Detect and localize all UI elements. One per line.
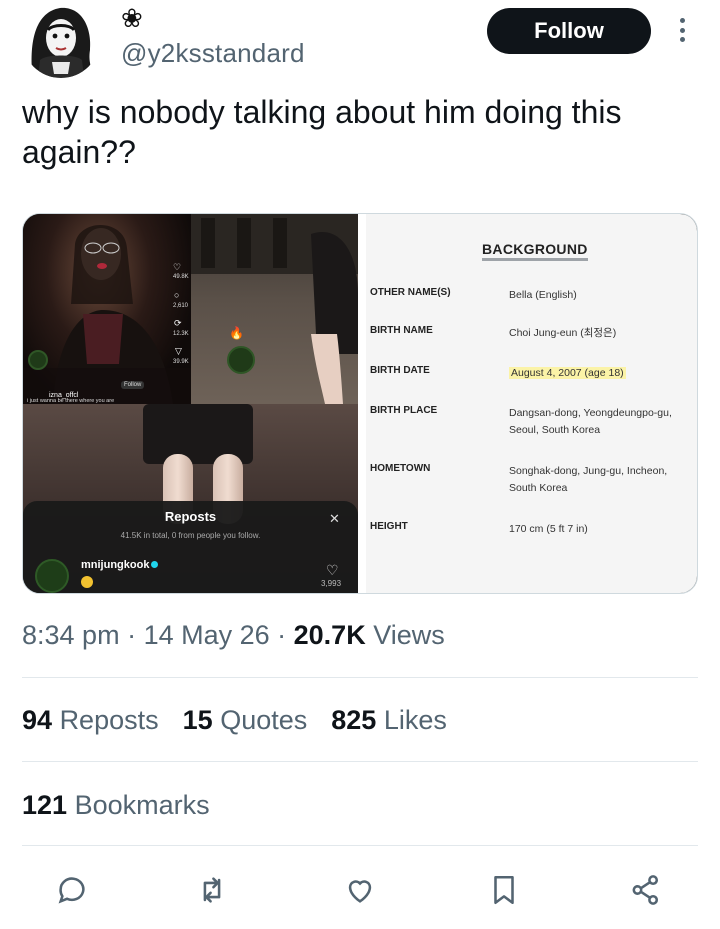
bg-label: BIRTH PLACE [370, 405, 438, 416]
tiktok-save-count: 39.9K [173, 359, 189, 365]
reposts-stat[interactable]: 94 Reposts [22, 705, 159, 736]
reposts-sheet-title: Reposts [164, 509, 217, 524]
tweet-meta: 8:34 pm · 14 May 26 · 20.7K Views [22, 620, 445, 651]
engagement-stats: 94 Reposts 15 Quotes 825 Likes [22, 705, 447, 736]
bg-label: HOMETOWN [370, 463, 431, 474]
repost-user-like-count: 3,993 [321, 579, 342, 588]
fire-icon: 🔥 [229, 326, 244, 340]
tiktok-screenshot-panel: ♡ 49.8K ○ 2,610 ⟳ 12.3K ▽ 39.9K izna_off… [23, 214, 191, 404]
video-frame-panel: izna_offcl 🔥 [191, 214, 358, 404]
quotes-count: 15 [182, 705, 213, 735]
bg-label: HEIGHT [370, 521, 408, 532]
bg-value: Bella (English) [509, 289, 577, 301]
more-options-icon[interactable] [670, 14, 694, 46]
background-info-card: BACKGROUND OTHER NAME(S) Bella (English)… [366, 214, 697, 593]
tiktok-avatar [227, 346, 255, 374]
display-name[interactable]: ❀ [121, 4, 143, 32]
tiktok-follow-small: Follow [121, 381, 145, 389]
likes-stat[interactable]: 825 Likes [331, 705, 447, 736]
divider [22, 845, 698, 846]
emoji-icon [81, 576, 93, 588]
tiktok-comment-icon: ○ [174, 290, 180, 300]
tiktok-comment-count: 2,610 [173, 303, 189, 309]
tiktok-avatar-small [28, 350, 48, 370]
bg-value: Songhak-dong, Jung-gu, Incheon, South Ko… [509, 465, 668, 494]
views-count: 20.7K [293, 620, 366, 650]
meta-separator: · [269, 620, 294, 650]
bookmark-icon[interactable] [484, 870, 524, 910]
follow-button[interactable]: Follow [487, 8, 651, 54]
bg-value: Choi Jung-eun (최정은) [509, 327, 617, 339]
repost-user-row: mnijungkook [81, 559, 159, 571]
quotes-label: Quotes [220, 705, 308, 735]
tiktok-share-count: 12.3K [173, 331, 189, 337]
bg-label: OTHER NAME(S) [370, 287, 451, 298]
tweet-media[interactable]: ♡ 49.8K ○ 2,610 ⟳ 12.3K ▽ 39.9K izna_off… [22, 213, 698, 594]
tweet-date[interactable]: 14 May 26 [144, 620, 270, 650]
bookmarks-label: Bookmarks [74, 790, 210, 820]
close-icon: ✕ [329, 511, 340, 526]
like-icon[interactable] [340, 870, 380, 910]
action-bar [40, 870, 680, 910]
tweet-time[interactable]: 8:34 pm [22, 620, 120, 650]
bg-value: August 4, 2007 (age 18) [509, 365, 694, 382]
repost-user-avatar [35, 559, 69, 593]
tweet-text: why is nobody talking about him doing th… [22, 94, 622, 170]
share-icon[interactable] [626, 870, 666, 910]
quotes-stat[interactable]: 15 Quotes [183, 705, 308, 736]
bg-value: Dangsan-dong, Yeongdeungpo-gu, Seoul, So… [509, 407, 672, 436]
bg-value: 170 cm (5 ft 7 in) [509, 523, 588, 535]
bookmarks-count: 121 [22, 790, 68, 820]
reposts-label: Reposts [59, 705, 159, 735]
repost-icon[interactable] [192, 870, 232, 910]
skirt-shape [143, 404, 253, 464]
verified-icon [151, 561, 159, 568]
bg-label: BIRTH DATE [370, 365, 430, 376]
bg-label: BIRTH NAME [370, 325, 433, 336]
views-label: Views [365, 620, 445, 650]
divider [22, 677, 698, 678]
tiktok-repost-icon: ⟳ [174, 318, 182, 328]
meta-separator: · [119, 620, 144, 650]
repost-username: mnijungkook [81, 559, 150, 571]
reposts-sheet-subtitle: 41.5K in total, 0 from people you follow… [120, 531, 261, 540]
divider [22, 761, 698, 762]
highlighted-value: August 4, 2007 (age 18) [509, 367, 626, 379]
background-card-title: BACKGROUND [482, 241, 588, 261]
bookmarks-stat[interactable]: 121 Bookmarks [22, 790, 210, 821]
likes-label: Likes [383, 705, 447, 735]
reply-icon[interactable] [52, 870, 92, 910]
sheet-heart-icon: ♡ [326, 562, 339, 578]
author-avatar[interactable] [22, 0, 100, 78]
tiktok-bookmark-icon: ▽ [175, 346, 182, 356]
reposts-sheet: Reposts 41.5K in total, 0 from people yo… [23, 501, 358, 593]
likes-count: 825 [331, 705, 377, 735]
reposts-count: 94 [22, 705, 53, 735]
tiktok-heart-icon: ♡ [173, 262, 182, 272]
tiktok-like-count: 49.8K [173, 274, 189, 280]
author-handle[interactable]: @y2ksstandard [121, 38, 305, 69]
